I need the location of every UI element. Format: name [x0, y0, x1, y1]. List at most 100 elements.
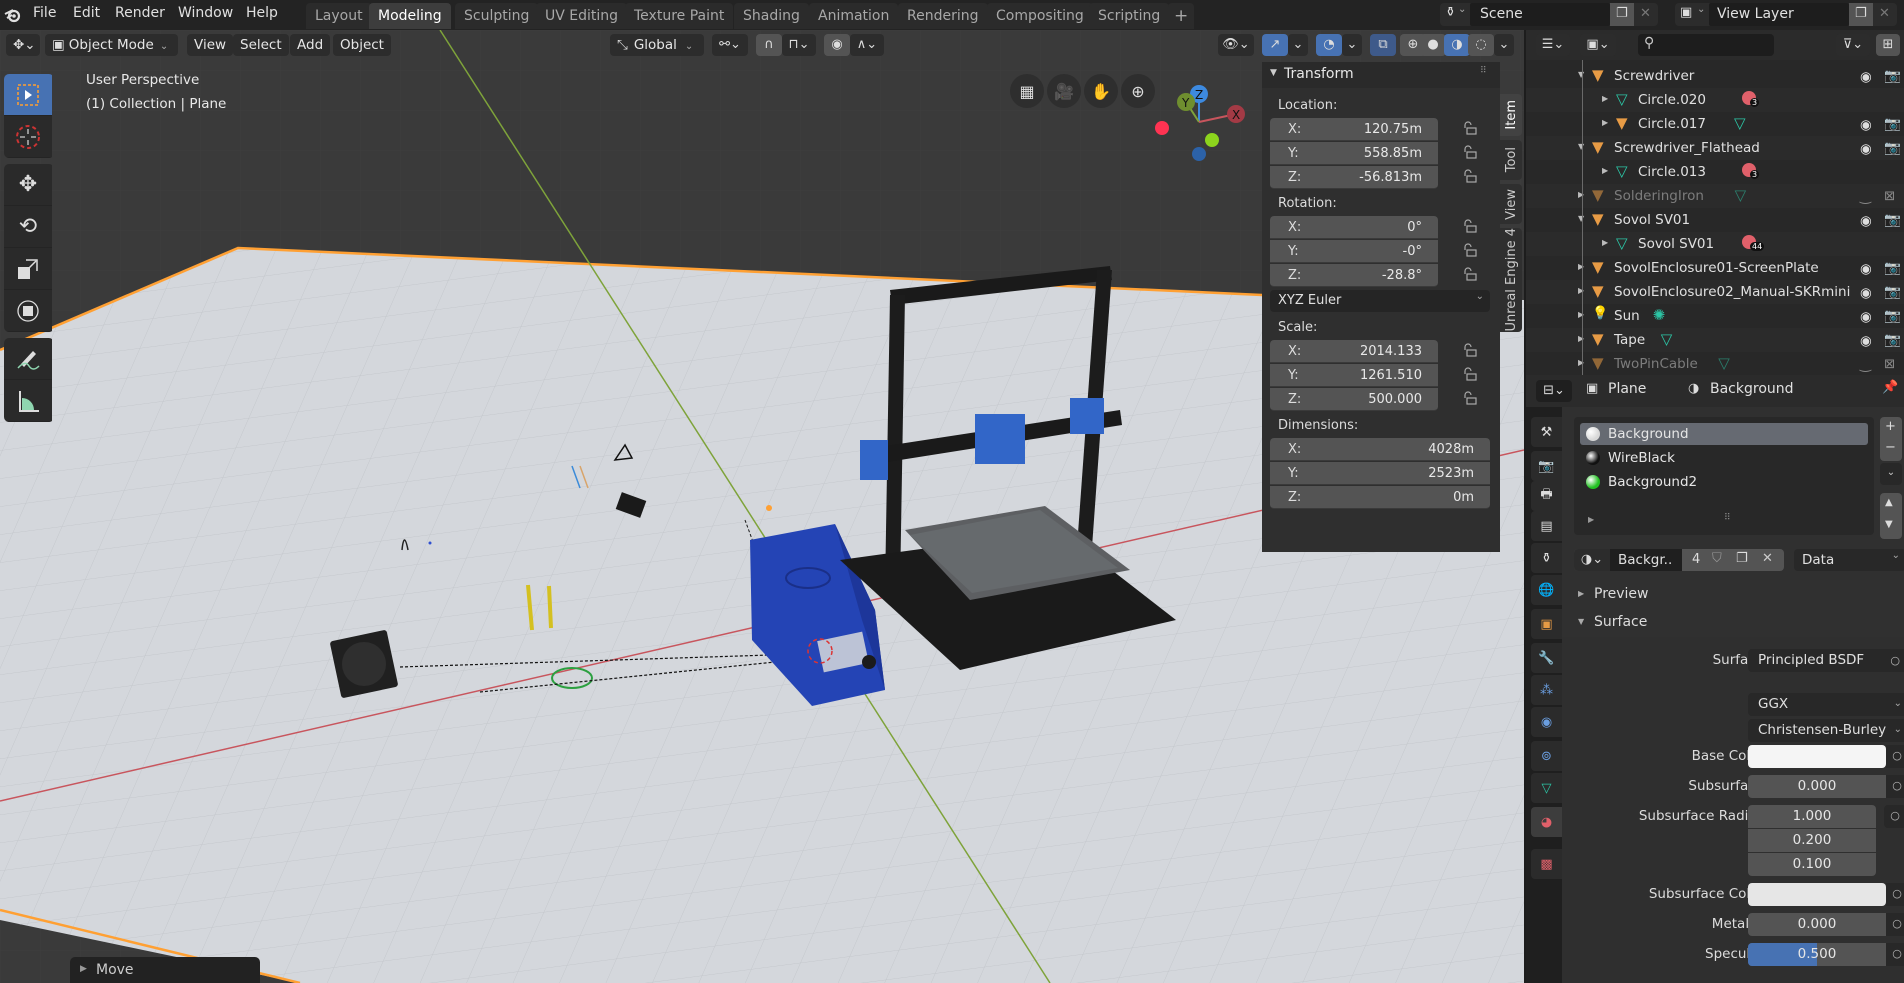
menu-render[interactable]: Render	[115, 5, 165, 21]
material-slot[interactable]: Background	[1580, 423, 1868, 445]
resize-handle-icon[interactable]: ⠿	[1724, 513, 1731, 523]
tab-tool[interactable]: ⚒	[1531, 417, 1562, 447]
new-collection-button[interactable]: ⊞	[1876, 34, 1900, 56]
toggle-view-grid-button[interactable]: ▦	[1010, 74, 1044, 108]
navigation-gizmo[interactable]: Z Y X	[1150, 78, 1250, 188]
tab-render[interactable]: 📷	[1531, 451, 1562, 481]
menu-edit[interactable]: Edit	[73, 5, 100, 21]
unlink-material-icon[interactable]: ✕	[1762, 551, 1773, 566]
subsurface-radius-x-field[interactable]: 1.000	[1748, 805, 1876, 828]
browse-material-button[interactable]: ◑⌄	[1574, 549, 1610, 571]
tab-sculpting[interactable]: Sculpting	[455, 3, 539, 29]
render-camera-icon[interactable]: 📷	[1884, 260, 1901, 276]
mesh-data-icon[interactable]: ▽	[1735, 186, 1747, 204]
subsurface-radius-y-field[interactable]: 0.200	[1748, 829, 1876, 852]
move-down-button[interactable]: ▼	[1885, 519, 1893, 530]
overlays-toggle[interactable]: ◔	[1316, 34, 1342, 56]
transform-pivot-button[interactable]: ✥⌄	[6, 34, 40, 56]
menu-object[interactable]: Object	[333, 34, 391, 56]
render-camera-icon[interactable]: 📷	[1884, 212, 1901, 228]
eye-icon[interactable]: ◉	[1860, 333, 1872, 349]
tab-particles[interactable]: ⁂	[1531, 675, 1562, 705]
collapse-arrow-icon[interactable]: ▼	[1270, 68, 1277, 78]
tab-scripting[interactable]: Scripting	[1089, 3, 1170, 29]
menu-file[interactable]: File	[33, 5, 56, 21]
menu-help[interactable]: Help	[246, 5, 278, 21]
dimensions-y-field[interactable]: Y: 2523m	[1270, 462, 1490, 485]
scale-z-lock-icon[interactable]	[1462, 390, 1478, 406]
eye-icon[interactable]: ◉	[1860, 309, 1872, 325]
render-camera-icon[interactable]: 📷	[1884, 308, 1901, 324]
view-layer-selector[interactable]: ▣ ⌄ View Layer ❐ ✕	[1675, 3, 1897, 26]
3d-viewport[interactable]: ✥⌄ ▣ Object Mode ⌄ View Select Add Object …	[0, 30, 1524, 983]
sidebar-tab-item[interactable]: Item	[1500, 94, 1522, 136]
expand-arrow-icon[interactable]: ▶	[1588, 515, 1594, 524]
material-badge-icon[interactable]: 44	[1742, 235, 1765, 253]
transform-tool[interactable]	[4, 290, 52, 332]
camera-view-button[interactable]: 🎥	[1047, 74, 1081, 108]
tab-texture-paint[interactable]: Texture Paint	[625, 3, 734, 29]
specular-socket-button[interactable]: ○	[1886, 943, 1904, 966]
transform-orientation-selector[interactable]: ⤡ Global ⌄	[610, 34, 704, 56]
tab-layout[interactable]: Layout	[306, 3, 372, 29]
add-workspace-button[interactable]: +	[1168, 3, 1195, 29]
material-slot[interactable]: Background2	[1580, 471, 1868, 493]
users-count[interactable]: 4	[1692, 552, 1700, 567]
mode-selector[interactable]: ▣ Object Mode ⌄	[45, 34, 178, 56]
add-slot-button[interactable]: +	[1885, 419, 1896, 434]
rotation-y-field[interactable]: Y: -0°	[1270, 240, 1438, 263]
expand-arrow-icon[interactable]: ▶	[1602, 118, 1608, 127]
base-color-swatch[interactable]	[1748, 745, 1886, 768]
close-icon[interactable]: ✕	[1640, 6, 1651, 21]
duplicate-scene-icon[interactable]: ❐	[1610, 3, 1634, 26]
proportional-editing-toggle[interactable]: ◉	[824, 34, 850, 56]
dimensions-z-field[interactable]: Z: 0m	[1270, 486, 1490, 509]
render-camera-icon[interactable]: 📷	[1884, 116, 1901, 132]
eye-closed-icon[interactable]: ‿	[1860, 357, 1871, 373]
overlays-dropdown[interactable]: ⌄	[1342, 34, 1362, 56]
scale-x-lock-icon[interactable]	[1462, 342, 1478, 358]
sidebar-tab-view[interactable]: View	[1500, 184, 1522, 224]
select-box-tool[interactable]	[4, 74, 52, 116]
tab-rendering[interactable]: Rendering	[898, 3, 988, 29]
render-camera-icon[interactable]: 📷	[1884, 68, 1901, 84]
snap-target-button[interactable]: ⊓⌄	[782, 34, 816, 56]
remove-slot-button[interactable]: −	[1885, 440, 1896, 455]
subsurface-radius-socket-button[interactable]: ○	[1884, 805, 1904, 828]
scene-name[interactable]: Scene	[1480, 6, 1523, 22]
cursor-tool[interactable]	[4, 116, 52, 158]
expand-arrow-icon[interactable]: ▶	[1602, 238, 1608, 247]
location-x-field[interactable]: X: 120.75m	[1270, 118, 1438, 141]
specular-slider[interactable]: 0.500	[1748, 943, 1886, 966]
tab-uv-editing[interactable]: UV Editing	[536, 3, 628, 29]
move-up-button[interactable]: ▲	[1885, 497, 1893, 508]
metallic-socket-button[interactable]: ○	[1886, 913, 1904, 936]
pan-view-button[interactable]: ✋	[1084, 74, 1118, 108]
gizmo-dropdown[interactable]: ⌄	[1288, 34, 1308, 56]
expand-arrow-icon[interactable]: ▶	[1602, 94, 1608, 103]
expand-arrow-icon[interactable]: ▶	[1602, 166, 1608, 175]
rotation-mode-selector[interactable]: XYZ Euler ⌄	[1270, 290, 1490, 312]
eye-icon[interactable]: ◉	[1860, 141, 1872, 157]
editor-type-button[interactable]: ☰⌄	[1536, 34, 1570, 56]
tab-shading[interactable]: Shading	[734, 3, 809, 29]
pivot-point-button[interactable]: ⚯⌄	[712, 34, 748, 56]
selectability-visibility-button[interactable]: 👁⌄	[1218, 34, 1254, 56]
snap-toggle[interactable]: ∩	[756, 34, 782, 56]
surface-panel-header[interactable]: ▼ Surface	[1562, 611, 1904, 635]
render-camera-icon[interactable]: 📷	[1884, 284, 1901, 300]
location-x-lock-icon[interactable]	[1462, 120, 1478, 136]
distribution-selector[interactable]: GGX ⌄	[1748, 693, 1904, 716]
eye-icon[interactable]: ◉	[1860, 285, 1872, 301]
shading-material-button[interactable]: ◑	[1444, 34, 1470, 56]
subsurface-color-swatch[interactable]	[1748, 883, 1886, 906]
xray-toggle[interactable]: ⧉	[1370, 34, 1396, 56]
scale-y-field[interactable]: Y: 1261.510	[1270, 364, 1438, 387]
last-operator-panel[interactable]: ▶ Move	[70, 957, 260, 983]
location-z-field[interactable]: Z: -56.813m	[1270, 166, 1438, 189]
rotation-y-lock-icon[interactable]	[1462, 242, 1478, 258]
display-mode-button[interactable]: ▣⌄	[1580, 34, 1616, 56]
material-name-field[interactable]: Backgr..	[1610, 549, 1682, 571]
link-selector[interactable]: Data ⌄	[1794, 549, 1904, 571]
menu-window[interactable]: Window	[178, 5, 233, 21]
